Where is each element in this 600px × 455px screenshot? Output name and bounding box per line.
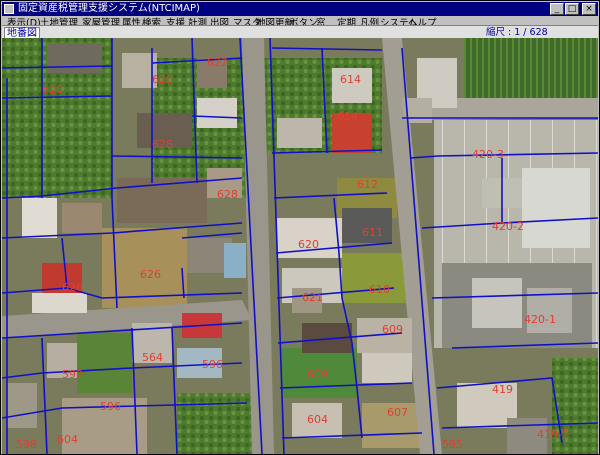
minimize-button[interactable]: _ xyxy=(550,3,564,15)
parcel-number-label: 622 xyxy=(207,56,228,69)
parcel-number-label: 610 xyxy=(369,283,390,296)
building xyxy=(522,168,590,248)
parcel-number-label: 419-2 xyxy=(537,428,569,441)
parcel-number-label: 620 xyxy=(298,238,319,251)
app-window: 固定資産税管理支援システム(NTCIMAP) _ □ × 表示(D) 土地管理 … xyxy=(0,0,600,455)
scale-indicator: 縮尺 : 1 / 628 xyxy=(486,27,548,38)
parcel-number-label: 598 xyxy=(16,438,37,451)
parcel-number-label: 614 xyxy=(340,73,361,86)
building xyxy=(472,278,522,328)
app-icon xyxy=(4,4,14,14)
parcel-number-label: 419 xyxy=(492,383,513,396)
maximize-button[interactable]: □ xyxy=(565,3,579,15)
parcel-number-label: 420-3 xyxy=(472,148,504,161)
window-title: 固定資産税管理支援システム(NTCIMAP) xyxy=(18,3,200,14)
parcel-number-label: 626 xyxy=(140,268,161,281)
parcel-number-label: 620 xyxy=(152,73,173,86)
parcel-number-label: 620 xyxy=(42,83,63,96)
parcel-number-label: 564 xyxy=(142,351,163,364)
parcel-number-label: 621 xyxy=(302,291,323,304)
grass-lot xyxy=(77,333,132,393)
parcel-number-label: 628 xyxy=(217,188,238,201)
pane-header: 地番図 縮尺 : 1 / 628 xyxy=(2,25,598,40)
parcel-number-label: 626 xyxy=(62,281,83,294)
parcel-number-label: 612 xyxy=(357,178,378,191)
parcel-number-label: 604 xyxy=(57,433,78,446)
parcel-number-label: 611 xyxy=(362,226,383,239)
parcel-number-label: 604 xyxy=(307,413,328,426)
vegetation-area xyxy=(177,393,257,454)
parcel-number-label: 420-2 xyxy=(492,220,524,233)
parcel-number-label: 592 xyxy=(62,368,83,381)
parcel-number-label: 596 xyxy=(202,358,223,371)
parcel-number-label: 614 xyxy=(337,110,358,123)
title-bar[interactable]: 固定資産税管理支援システム(NTCIMAP) _ □ × xyxy=(2,2,598,16)
parcel-number-label: 609 xyxy=(307,368,328,381)
parcel-number-label: 596 xyxy=(100,400,121,413)
parcel-number-label: 595 xyxy=(442,438,463,451)
parcel-number-label: 609 xyxy=(382,323,403,336)
parcel-number-label: 607 xyxy=(387,406,408,419)
parcel-number-label: 420-1 xyxy=(524,313,556,326)
map-view[interactable]: 620 614 620 614 628 622 628 612 620 611 420-3 420-2… xyxy=(2,38,598,454)
close-button[interactable]: × xyxy=(582,3,596,15)
aerial-map[interactable]: 620 614 620 614 628 622 628 612 620 611 420-3 420-2… xyxy=(2,38,598,454)
parcel-number-label: 628 xyxy=(152,138,173,151)
